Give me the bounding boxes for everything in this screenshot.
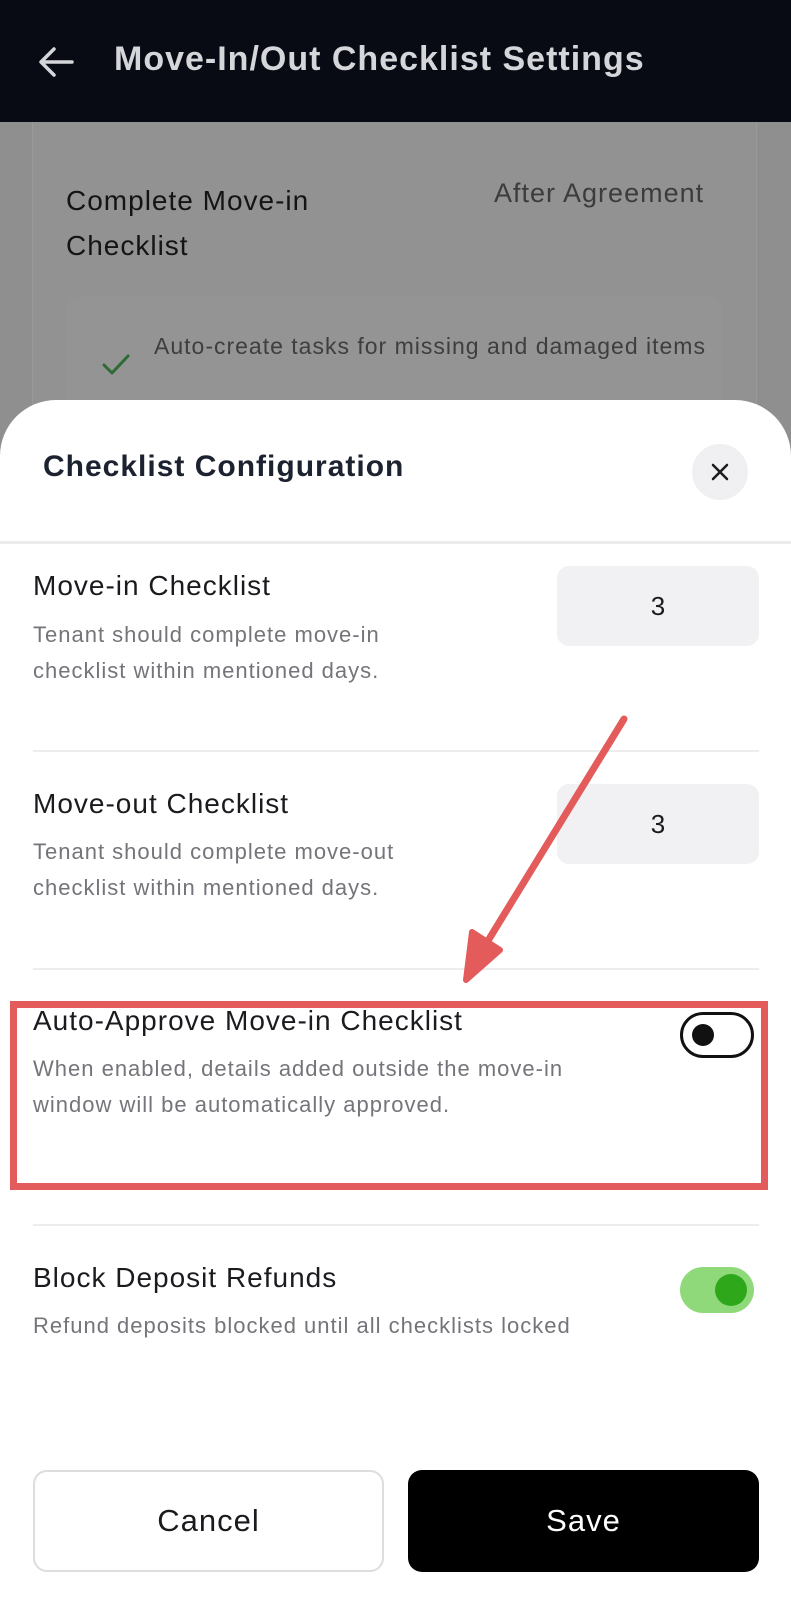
background-card-tag: After Agreement (494, 178, 705, 208)
app-bar: Move-In/Out Checklist Settings (0, 0, 791, 122)
move-out-days-input[interactable] (557, 784, 759, 864)
move-in-title: Move-in Checklist (33, 570, 271, 601)
background-task-text: Auto-create tasks for missing and damage… (154, 333, 706, 359)
save-button[interactable]: Save (408, 1470, 759, 1572)
row-divider (33, 968, 759, 970)
move-in-description: Tenant should complete move-in checklist… (33, 622, 380, 683)
toggle-knob (715, 1274, 747, 1306)
block-refunds-title: Block Deposit Refunds (33, 1262, 338, 1293)
back-button[interactable] (36, 38, 76, 86)
sheet-title: Checklist Configuration (43, 450, 405, 483)
cancel-button[interactable]: Cancel (33, 1470, 384, 1572)
move-out-description: Tenant should complete move-out checklis… (33, 839, 395, 900)
close-button[interactable] (692, 444, 748, 500)
sheet-divider (0, 541, 791, 544)
page-title: Move-In/Out Checklist Settings (114, 40, 645, 78)
checkmark-icon (102, 354, 130, 375)
arrow-left-icon (39, 47, 74, 77)
close-icon (711, 463, 729, 481)
move-out-title: Move-out Checklist (33, 788, 290, 819)
row-divider (33, 750, 759, 752)
highlight-annotation-box (10, 1001, 768, 1190)
background-card-title: Complete Move-in Checklist (66, 185, 310, 261)
row-divider (33, 1224, 759, 1226)
block-refunds-description: Refund deposits blocked until all checkl… (33, 1313, 571, 1338)
block-refunds-toggle[interactable] (680, 1267, 754, 1313)
move-in-days-input[interactable] (557, 566, 759, 646)
checklist-configuration-sheet: Checklist Configuration Move-in Checklis… (0, 400, 791, 1600)
